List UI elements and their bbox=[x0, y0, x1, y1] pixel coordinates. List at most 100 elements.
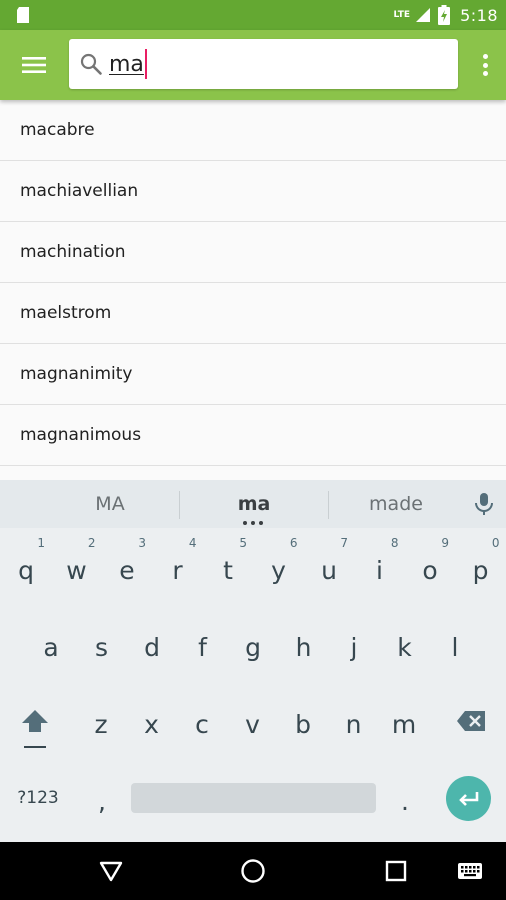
key-d[interactable]: d bbox=[127, 609, 177, 679]
key-label: o bbox=[422, 555, 438, 585]
key-hint: 3 bbox=[138, 536, 146, 550]
key-label: t bbox=[223, 555, 233, 585]
key-label: w bbox=[66, 555, 87, 585]
return-arrow-icon bbox=[458, 791, 478, 806]
symbols-key[interactable]: ?123 bbox=[13, 763, 63, 833]
key-label: g bbox=[245, 632, 261, 662]
key-label: d bbox=[144, 632, 160, 662]
result-word: maelstrom bbox=[20, 303, 112, 323]
key-label: p bbox=[472, 555, 489, 585]
list-item[interactable] bbox=[0, 466, 506, 480]
search-results-list: macabre machiavellian machination maelst… bbox=[0, 100, 506, 480]
key-u[interactable]: 7u bbox=[304, 532, 354, 602]
key-b[interactable]: b bbox=[278, 686, 328, 756]
key-w[interactable]: 2w bbox=[52, 532, 102, 602]
key-label: c bbox=[195, 709, 209, 739]
key-label: m bbox=[391, 709, 417, 739]
overflow-menu-icon[interactable] bbox=[478, 51, 492, 79]
key-m[interactable]: m bbox=[379, 686, 429, 756]
list-item[interactable]: machiavellian bbox=[0, 161, 506, 222]
list-item[interactable]: magnanimous bbox=[0, 405, 506, 466]
key-g[interactable]: g bbox=[228, 609, 278, 679]
key-label: l bbox=[451, 632, 459, 662]
key-hint: 8 bbox=[390, 536, 399, 550]
key-r[interactable]: 4r bbox=[153, 532, 203, 602]
result-word: machination bbox=[20, 242, 126, 262]
key-label: h bbox=[295, 632, 312, 662]
key-label: e bbox=[119, 555, 135, 585]
key-l[interactable]: l bbox=[430, 609, 480, 679]
key-label: b bbox=[295, 709, 311, 739]
key-a[interactable]: a bbox=[26, 609, 76, 679]
key-j[interactable]: j bbox=[329, 609, 379, 679]
key-hint: 9 bbox=[441, 536, 449, 550]
search-icon bbox=[80, 53, 102, 75]
clock: 5:18 bbox=[460, 5, 498, 25]
key-x[interactable]: x bbox=[127, 686, 177, 756]
key-hint: 2 bbox=[87, 536, 96, 550]
battery-charging-icon bbox=[438, 5, 451, 25]
key-v[interactable]: v bbox=[228, 686, 278, 756]
key-label: q bbox=[18, 555, 34, 585]
hamburger-menu-icon[interactable] bbox=[16, 51, 52, 79]
key-f[interactable]: f bbox=[178, 609, 228, 679]
key-label: y bbox=[271, 555, 286, 585]
key-h[interactable]: h bbox=[279, 609, 329, 679]
search-input-value: ma bbox=[109, 51, 144, 77]
suggestion-3[interactable]: made bbox=[328, 480, 464, 528]
key-hint: 4 bbox=[188, 536, 197, 550]
space-key[interactable] bbox=[131, 783, 376, 813]
key-label: x bbox=[144, 709, 159, 739]
key-y[interactable]: 6y bbox=[254, 532, 304, 602]
soft-keyboard: MA ma made 1q2w3e4r5t6y7u8i9o0p asdfghjk… bbox=[0, 480, 506, 842]
backspace-key[interactable] bbox=[446, 686, 496, 756]
keyboard-switch-icon[interactable] bbox=[456, 857, 484, 885]
key-c[interactable]: c bbox=[177, 686, 227, 756]
search-box[interactable]: ma bbox=[69, 39, 458, 89]
result-word: machiavellian bbox=[20, 181, 139, 201]
key-t[interactable]: 5t bbox=[203, 532, 253, 602]
key-o[interactable]: 9o bbox=[405, 532, 455, 602]
result-word: macabre bbox=[20, 120, 95, 140]
result-word: magnanimous bbox=[20, 425, 142, 445]
recents-icon[interactable] bbox=[382, 857, 410, 885]
key-label: i bbox=[376, 555, 383, 585]
key-label: k bbox=[397, 632, 412, 662]
network-type-label: LTE bbox=[393, 9, 411, 20]
key-label: s bbox=[94, 632, 109, 662]
status-icons: LTE 5:18 bbox=[394, 0, 498, 30]
period-key[interactable]: . bbox=[380, 763, 430, 833]
more-suggestions-indicator bbox=[243, 521, 263, 525]
result-word: magnanimity bbox=[20, 364, 133, 384]
list-item[interactable]: magnanimity bbox=[0, 344, 506, 405]
key-label: f bbox=[198, 632, 207, 662]
key-hint: 5 bbox=[239, 536, 247, 550]
microphone-icon[interactable] bbox=[472, 491, 496, 517]
home-icon[interactable] bbox=[239, 857, 267, 885]
key-label: a bbox=[43, 632, 59, 662]
search-input[interactable]: ma bbox=[109, 45, 439, 83]
sd-card-icon bbox=[17, 7, 29, 23]
key-q[interactable]: 1q bbox=[1, 532, 51, 602]
key-k[interactable]: k bbox=[380, 609, 430, 679]
key-e[interactable]: 3e bbox=[102, 532, 152, 602]
app-toolbar: ma bbox=[0, 30, 506, 100]
list-item[interactable]: machination bbox=[0, 222, 506, 283]
suggestion-1[interactable]: MA bbox=[40, 480, 180, 528]
key-z[interactable]: z bbox=[76, 686, 126, 756]
list-item[interactable]: maelstrom bbox=[0, 283, 506, 344]
back-icon[interactable] bbox=[97, 857, 125, 885]
enter-key[interactable] bbox=[446, 776, 491, 821]
key-hint: 6 bbox=[289, 536, 298, 550]
key-p[interactable]: 0p bbox=[456, 532, 506, 602]
key-label: z bbox=[94, 709, 108, 739]
key-label: u bbox=[321, 555, 337, 585]
list-item[interactable]: macabre bbox=[0, 100, 506, 161]
status-bar: LTE 5:18 bbox=[0, 0, 506, 30]
comma-key[interactable]: , bbox=[77, 763, 127, 833]
key-s[interactable]: s bbox=[77, 609, 127, 679]
key-label: j bbox=[350, 632, 358, 662]
key-n[interactable]: n bbox=[329, 686, 379, 756]
key-i[interactable]: 8i bbox=[355, 532, 405, 602]
key-hint: 0 bbox=[491, 536, 500, 550]
